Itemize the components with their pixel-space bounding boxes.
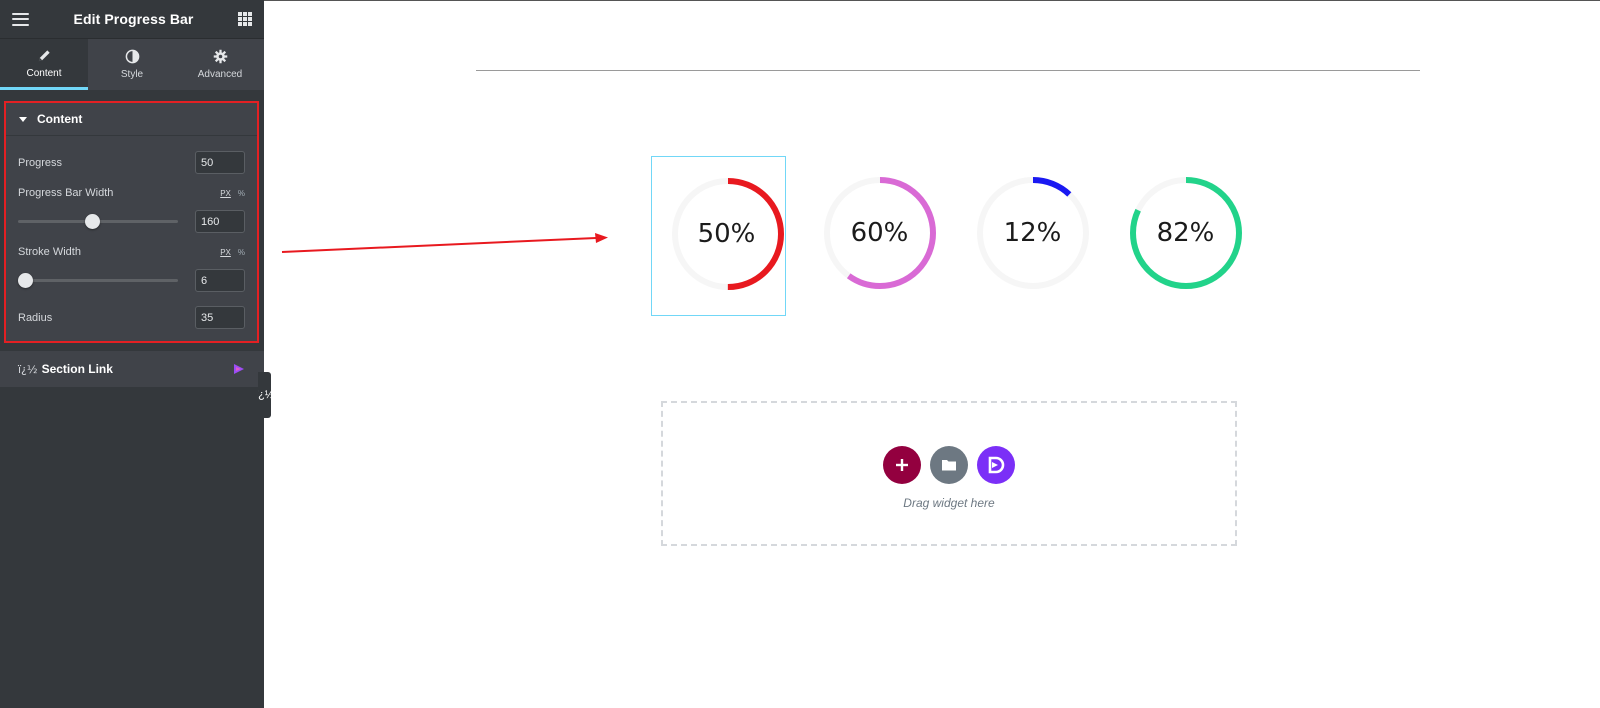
add-template-button[interactable] — [930, 445, 968, 484]
content-section: Content Progress 50 Progress Bar Width P… — [4, 101, 259, 343]
brand-library-button[interactable] — [977, 445, 1015, 484]
progress-widget-1[interactable]: 50% — [651, 156, 786, 316]
progress-widget-3[interactable]: 12% — [957, 156, 1092, 316]
tab-content[interactable]: Content — [0, 39, 88, 90]
caret-down-icon — [19, 116, 27, 122]
progress-control: Progress 50 — [18, 151, 245, 174]
progress-value-1: 50% — [697, 219, 756, 249]
drop-zone-buttons — [883, 445, 1015, 484]
section-link-title: Section Link — [41, 362, 113, 376]
stroke-control: 6 — [18, 269, 245, 292]
brand-logo-icon — [988, 456, 1005, 473]
width-slider[interactable] — [18, 214, 178, 229]
width-control-header: Progress Bar Width PX % — [18, 187, 245, 199]
annotation-arrow — [281, 233, 608, 253]
panel-title: Edit Progress Bar — [73, 11, 194, 27]
progress-value-2: 60% — [850, 218, 909, 248]
width-units: PX % — [220, 189, 245, 198]
width-label: Progress Bar Width — [18, 187, 114, 199]
width-slider-handle[interactable] — [84, 214, 100, 229]
content-section-title: Content — [37, 112, 83, 126]
radius-input[interactable]: 35 — [195, 306, 245, 329]
menu-icon[interactable] — [12, 12, 29, 26]
brand-logo-icon — [234, 364, 244, 374]
tab-advanced[interactable]: Advanced — [176, 39, 264, 90]
section-link-panel[interactable]: ï¿½ Section Link — [0, 351, 264, 387]
radius-label: Radius — [18, 311, 53, 324]
drop-zone-hint: Drag widget here — [903, 495, 995, 510]
radius-control: Radius 35 — [18, 306, 245, 329]
gear-icon — [213, 49, 227, 64]
unit-px[interactable]: PX — [220, 248, 231, 257]
half-circle-icon — [125, 49, 139, 64]
stroke-slider-handle[interactable] — [18, 273, 33, 288]
content-section-toggle[interactable]: Content — [6, 103, 257, 136]
stroke-control-header: Stroke Width PX % — [18, 246, 245, 258]
widget-drop-zone[interactable]: Drag widget here — [661, 401, 1237, 546]
tab-style[interactable]: Style — [88, 39, 176, 90]
stroke-input[interactable]: 6 — [195, 269, 245, 292]
folder-icon — [942, 459, 956, 470]
panel-header: Edit Progress Bar — [0, 0, 264, 39]
divider-line — [476, 70, 1420, 71]
pencil-icon — [38, 49, 50, 61]
progress-label: Progress — [18, 156, 63, 169]
stroke-label: Stroke Width — [18, 246, 81, 258]
plus-icon — [896, 458, 908, 471]
section-link-glyph: ï¿½ — [18, 362, 38, 376]
tab-content-label: Content — [26, 67, 62, 79]
width-control: 160 — [18, 210, 245, 233]
progress-value-3: 12% — [1003, 218, 1062, 248]
progress-widget-2[interactable]: 60% — [804, 156, 939, 316]
add-section-button[interactable] — [883, 445, 921, 484]
progress-widget-4[interactable]: 82% — [1110, 156, 1245, 316]
stroke-slider[interactable] — [18, 273, 178, 288]
stroke-units: PX % — [220, 248, 245, 257]
widgets-grid-icon[interactable] — [238, 12, 252, 26]
unit-percent[interactable]: % — [238, 248, 245, 257]
panel-tabs: Content Style Advanced — [0, 39, 264, 90]
editor-panel: Edit Progress Bar Content Style Advanced — [0, 0, 264, 708]
editor-canvas — [264, 0, 1600, 708]
unit-px[interactable]: PX — [220, 189, 231, 198]
progress-value-4: 82% — [1156, 218, 1215, 248]
progress-input[interactable]: 50 — [195, 151, 245, 174]
tab-style-label: Style — [120, 69, 144, 80]
width-input[interactable]: 160 — [195, 210, 245, 233]
tab-advanced-label: Advanced — [197, 69, 243, 80]
unit-percent[interactable]: % — [238, 189, 245, 198]
